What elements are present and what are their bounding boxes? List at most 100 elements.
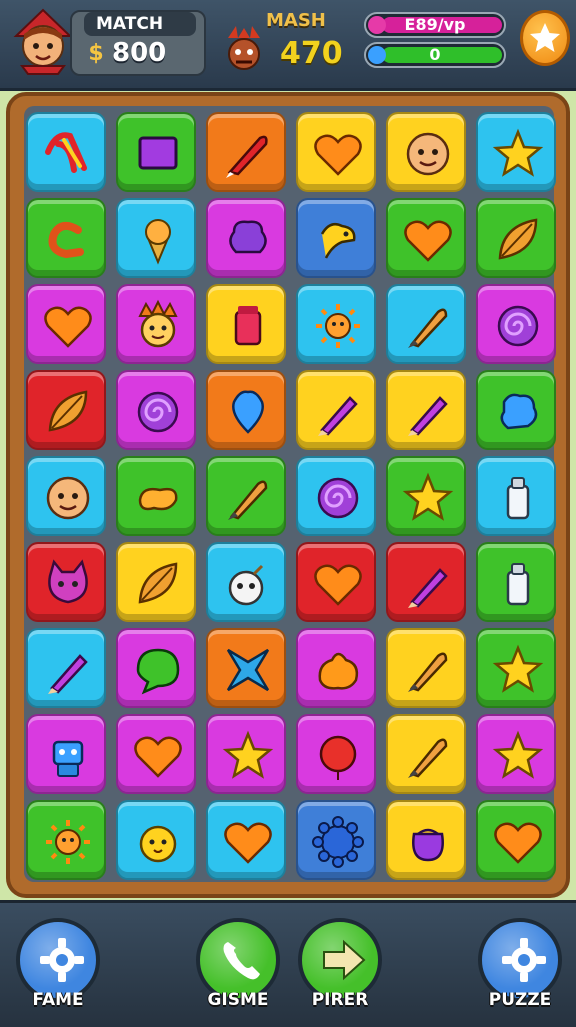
tile-leaf-r6c2[interactable] (116, 542, 196, 622)
tile-heart-r1c4[interactable] (296, 112, 376, 192)
tile-star-r8c3[interactable] (206, 714, 286, 794)
tile-blob-r7c4[interactable] (296, 628, 376, 708)
tile-face-r5c1[interactable] (26, 456, 106, 536)
tile-heart-r2c5[interactable] (386, 198, 466, 278)
square-icon (138, 136, 178, 170)
tile-jar-r3c3[interactable] (206, 284, 286, 364)
match-score: 800 (112, 38, 167, 68)
tile-star-r7c6[interactable] (476, 628, 556, 708)
tile-bottle-r6c6[interactable] (476, 542, 556, 622)
tile-brush-r8c5[interactable] (386, 714, 466, 794)
puzzle-icon (500, 393, 538, 430)
tile-star-r1c6[interactable] (476, 112, 556, 192)
tile-bomb-r6c3[interactable] (206, 542, 286, 622)
game-board (6, 92, 570, 898)
boss-icon (224, 24, 264, 74)
tile-leaf-r2c6[interactable] (476, 198, 556, 278)
star-icon (492, 730, 544, 779)
avatar-icon[interactable] (10, 6, 76, 76)
tile-pencil-r4c4[interactable] (296, 370, 376, 450)
star-icon (492, 128, 544, 177)
tile-drop-r4c3[interactable] (206, 370, 286, 450)
tile-cloud-r2c3[interactable] (206, 198, 286, 278)
tile-cross-r7c3[interactable] (206, 628, 286, 708)
star-icon (402, 472, 454, 521)
worm-icon (48, 221, 84, 259)
rocket-icon (226, 135, 268, 178)
sun-icon (46, 820, 90, 864)
tile-swirl-r3c6[interactable] (476, 284, 556, 364)
tile-pouch-r9c5[interactable] (386, 800, 466, 880)
icecream-icon (145, 219, 171, 265)
tile-bubble-r7c2[interactable] (116, 628, 196, 708)
tile-wishbone-r1c1[interactable] (26, 112, 106, 192)
bomb-icon (228, 564, 264, 606)
tile-face-r1c5[interactable] (386, 112, 466, 192)
tile-star-r8c6[interactable] (476, 714, 556, 794)
tile-balloon-r8c4[interactable] (296, 714, 376, 794)
cloud-icon (229, 220, 267, 254)
pencil-icon (408, 396, 448, 436)
match-label: MATCH (84, 12, 196, 36)
tile-crown-face-r3c2[interactable] (116, 284, 196, 364)
tile-robot-r8c1[interactable] (26, 714, 106, 794)
tile-sun-r9c1[interactable] (26, 800, 106, 880)
tile-bottle-r5c6[interactable] (476, 456, 556, 536)
brush-icon (228, 480, 268, 520)
drop-icon (232, 390, 264, 434)
star-icon (222, 730, 274, 779)
face-icon (406, 132, 450, 176)
tile-sun-r3c4[interactable] (296, 284, 376, 364)
chick-icon (139, 825, 177, 863)
tile-bird-r2c4[interactable] (296, 198, 376, 278)
tile-swirl-r4c2[interactable] (116, 370, 196, 450)
tile-bean-r5c2[interactable] (116, 456, 196, 536)
tile-icecream-r2c2[interactable] (116, 198, 196, 278)
star-icon (530, 23, 560, 52)
tile-heart-r9c6[interactable] (476, 800, 556, 880)
tile-square-r1c2[interactable] (116, 112, 196, 192)
blob-icon (318, 652, 359, 690)
tile-leaf-r4c1[interactable] (26, 370, 106, 450)
tile-pencil-r6c5[interactable] (386, 542, 466, 622)
gear-icon (312, 816, 364, 868)
green-bar-label: 0 (429, 45, 441, 64)
bottle-icon (506, 563, 530, 606)
tile-brush-r7c5[interactable] (386, 628, 466, 708)
brush-icon (408, 738, 448, 778)
tile-brush-r3c5[interactable] (386, 284, 466, 364)
tile-swirl-r5c4[interactable] (296, 456, 376, 536)
pink-progress-bar: E89/vp (364, 12, 506, 38)
face-icon (46, 476, 90, 520)
pencil-icon (408, 568, 448, 608)
heart-icon (494, 822, 542, 864)
tile-star-r5c5[interactable] (386, 456, 466, 536)
leaf-icon (498, 218, 538, 260)
tile-heart-r9c3[interactable] (206, 800, 286, 880)
puzze-label: PUZZE (488, 990, 552, 1010)
mash-score: 470 (280, 36, 343, 71)
bean-icon (138, 487, 178, 511)
balloon-icon (319, 735, 357, 780)
leaf-icon (138, 562, 178, 604)
tile-worm-r2c1[interactable] (26, 198, 106, 278)
tile-rocket-r1c3[interactable] (206, 112, 286, 192)
brush-icon (408, 308, 448, 348)
tile-chick-r9c2[interactable] (116, 800, 196, 880)
star-icon (492, 644, 544, 693)
tile-pencil-r4c5[interactable] (386, 370, 466, 450)
tile-gear-r9c4[interactable] (296, 800, 376, 880)
tile-puzzle-r4c6[interactable] (476, 370, 556, 450)
tile-brush-r5c3[interactable] (206, 456, 286, 536)
heart-icon (224, 822, 272, 864)
tile-heart-r8c2[interactable] (116, 714, 196, 794)
tile-heart-r3c1[interactable] (26, 284, 106, 364)
tile-heart-r6c4[interactable] (296, 542, 376, 622)
tile-pencil-r7c1[interactable] (26, 628, 106, 708)
phone-icon (223, 942, 260, 980)
star-button[interactable] (520, 10, 570, 66)
cat-icon (48, 559, 88, 604)
pouch-icon (412, 828, 444, 862)
tile-cat-r6c1[interactable] (26, 542, 106, 622)
bird-icon (320, 223, 356, 259)
